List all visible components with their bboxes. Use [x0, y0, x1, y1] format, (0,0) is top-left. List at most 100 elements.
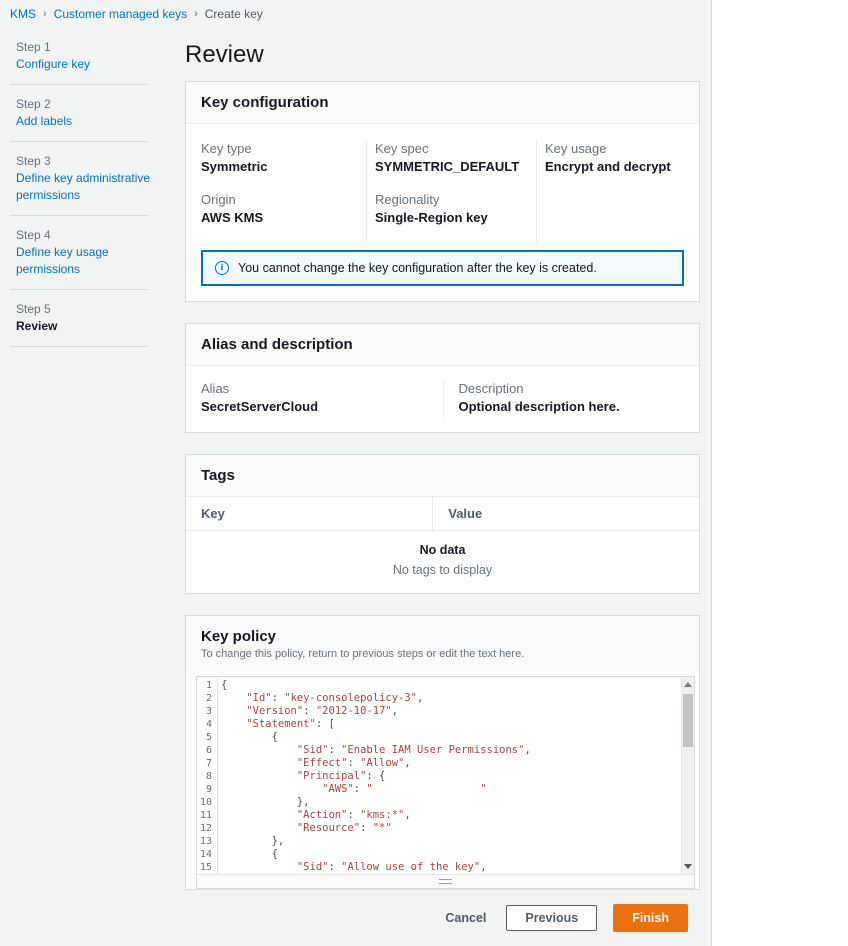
field-label: Description	[459, 380, 690, 398]
key-configuration-grid: Key type Symmetric Origin AWS KMS Key sp…	[186, 124, 699, 246]
scrollbar-up-arrow-icon[interactable]	[684, 682, 692, 687]
key-policy-title: Key policy	[201, 628, 684, 645]
kms-console-app: KMS › Customer managed keys › Create key…	[0, 0, 712, 946]
key-configuration-column-2: Key spec SYMMETRIC_DEFAULT Regionality S…	[366, 140, 536, 242]
step-number: Step 5	[16, 301, 178, 318]
tags-empty-state: No data No tags to display	[186, 531, 699, 593]
step-number: Step 2	[16, 96, 178, 113]
info-alert-text: You cannot change the key configuration …	[238, 261, 597, 275]
tags-title: Tags	[201, 467, 684, 484]
breadcrumb-separator-icon: ›	[194, 8, 198, 20]
info-alert: i You cannot change the key configuratio…	[201, 250, 684, 286]
field-regionality: Regionality Single-Region key	[375, 191, 526, 227]
editor-scrollbar[interactable]	[681, 677, 694, 874]
field-key-spec: Key spec SYMMETRIC_DEFAULT	[375, 140, 526, 176]
sidebar-link-define-key-administrative-permissions[interactable]: Define key administrative permissions	[16, 170, 156, 204]
sidebar-item-step3: Step 3 Define key administrative permiss…	[8, 153, 178, 204]
alias-description-title: Alias and description	[201, 336, 684, 353]
code-line: 9 "AWS": " "	[197, 783, 681, 796]
field-label: Key type	[201, 140, 356, 158]
resize-handle-icon	[439, 879, 452, 884]
breadcrumb-link-customer-managed-keys[interactable]: Customer managed keys	[54, 7, 187, 21]
code-line: 10 },	[197, 796, 681, 809]
tags-column-value: Value	[432, 497, 699, 530]
wizard-footer-actions: Cancel Previous Finish	[185, 900, 700, 940]
breadcrumb-separator-icon: ›	[43, 8, 47, 20]
field-label: Key usage	[545, 140, 689, 158]
code-line: 2 "Id": "key-consolepolicy-3",	[197, 692, 681, 705]
code-line: 6 "Sid": "Enable IAM User Permissions",	[197, 744, 681, 757]
sidebar-divider	[10, 346, 148, 347]
step-number: Step 3	[16, 153, 178, 170]
code-line: 8 "Principal": {	[197, 770, 681, 783]
field-value: SecretServerCloud	[201, 398, 433, 416]
code-line: 14 {	[197, 848, 681, 861]
sidebar-link-define-key-usage-permissions[interactable]: Define key usage permissions	[16, 244, 156, 278]
field-value: Symmetric	[201, 158, 356, 176]
breadcrumb-current: Create key	[205, 7, 263, 21]
tags-table-header: Key Value	[186, 497, 699, 531]
field-alias: Alias SecretServerCloud	[186, 380, 443, 418]
key-configuration-header: Key configuration	[186, 82, 699, 124]
field-value: Single-Region key	[375, 209, 526, 227]
field-label: Alias	[201, 380, 433, 398]
key-policy-header: Key policy To change this policy, return…	[186, 616, 699, 672]
field-key-type: Key type Symmetric	[201, 140, 356, 176]
field-origin: Origin AWS KMS	[201, 191, 356, 227]
tags-header: Tags	[186, 455, 699, 497]
info-icon: i	[215, 261, 229, 275]
tags-empty-title: No data	[196, 543, 689, 557]
field-label: Origin	[201, 191, 356, 209]
scrollbar-thumb[interactable]	[683, 694, 693, 747]
field-value: Optional description here.	[459, 398, 690, 416]
alias-description-header: Alias and description	[186, 324, 699, 366]
key-configuration-column-3: Key usage Encrypt and decrypt	[536, 140, 699, 242]
field-description: Description Optional description here.	[443, 380, 700, 418]
key-configuration-card: Key configuration Key type Symmetric Ori…	[185, 81, 700, 302]
scrollbar-down-arrow-icon[interactable]	[684, 864, 692, 869]
field-value: SYMMETRIC_DEFAULT	[375, 158, 526, 176]
alias-description-grid: Alias SecretServerCloud Description Opti…	[186, 366, 699, 432]
page-title: Review	[185, 41, 700, 69]
sidebar-current-step-review[interactable]: Review	[16, 318, 178, 335]
sidebar-item-step2: Step 2 Add labels	[8, 96, 178, 130]
policy-code-editor[interactable]: 1{2 "Id": "key-consolepolicy-3",3 "Versi…	[197, 677, 694, 874]
finish-button[interactable]: Finish	[613, 904, 688, 932]
sidebar-item-step5: Step 5 Review	[8, 301, 178, 335]
breadcrumb-link-kms[interactable]: KMS	[10, 7, 36, 21]
step-number: Step 1	[16, 39, 178, 56]
main-content: Review Key configuration Key type Symmet…	[185, 27, 700, 940]
key-configuration-column-1: Key type Symmetric Origin AWS KMS	[186, 140, 366, 242]
cancel-button[interactable]: Cancel	[441, 906, 490, 930]
tags-empty-message: No tags to display	[196, 563, 689, 577]
sidebar-link-add-labels[interactable]: Add labels	[16, 113, 156, 130]
breadcrumb: KMS › Customer managed keys › Create key	[0, 0, 711, 27]
sidebar-divider	[10, 141, 148, 142]
key-policy-card: Key policy To change this policy, return…	[185, 615, 700, 890]
code-line: 5 {	[197, 731, 681, 744]
code-line: 3 "Version": "2012-10-17",	[197, 705, 681, 718]
field-value: Encrypt and decrypt	[545, 158, 689, 176]
tags-card: Tags Key Value No data No tags to displa…	[185, 454, 700, 594]
tags-column-key: Key	[186, 497, 432, 530]
field-label: Key spec	[375, 140, 526, 158]
key-policy-subtitle: To change this policy, return to previou…	[201, 648, 684, 660]
sidebar-item-step4: Step 4 Define key usage permissions	[8, 227, 178, 278]
code-line: 13 },	[197, 835, 681, 848]
field-value: AWS KMS	[201, 209, 356, 227]
code-line: 15 "Sid": "Allow use of the key",	[197, 861, 681, 874]
sidebar-item-step1: Step 1 Configure key	[8, 39, 178, 73]
field-key-usage: Key usage Encrypt and decrypt	[545, 140, 689, 176]
sidebar-link-configure-key[interactable]: Configure key	[16, 56, 156, 73]
alias-description-card: Alias and description Alias SecretServer…	[185, 323, 700, 433]
sidebar-divider	[10, 84, 148, 85]
step-number: Step 4	[16, 227, 178, 244]
policy-editor-lines: 1{2 "Id": "key-consolepolicy-3",3 "Versi…	[197, 677, 681, 874]
editor-resize-bar[interactable]	[197, 874, 694, 888]
key-configuration-title: Key configuration	[201, 94, 684, 111]
code-line: 1{	[197, 679, 681, 692]
field-label: Regionality	[375, 191, 526, 209]
policy-editor-wrap: 1{2 "Id": "key-consolepolicy-3",3 "Versi…	[196, 676, 695, 889]
previous-button[interactable]: Previous	[506, 905, 597, 931]
sidebar-divider	[10, 289, 148, 290]
